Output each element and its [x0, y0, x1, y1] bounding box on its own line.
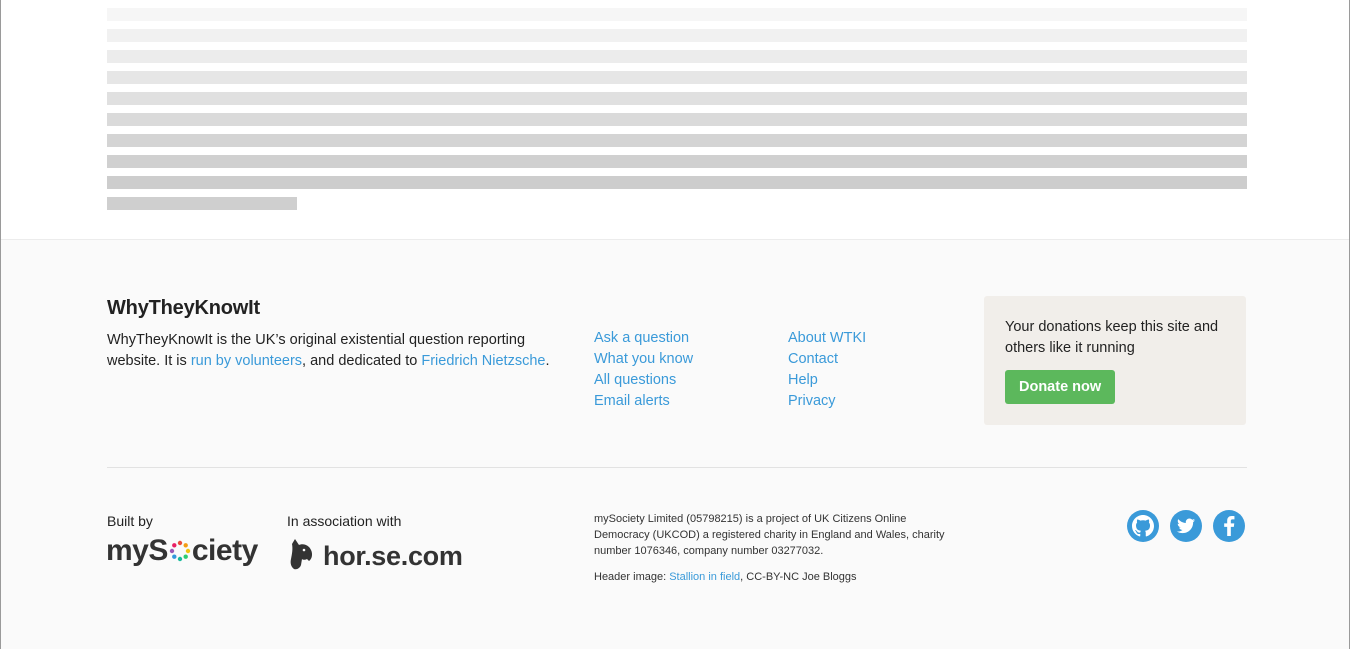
ask-question-link[interactable]: Ask a question	[594, 328, 693, 349]
mysociety-logo[interactable]: myS ciety	[106, 534, 258, 568]
skeleton-line	[107, 113, 1247, 126]
credit-prefix: Header image:	[594, 571, 670, 583]
run-by-volunteers-link[interactable]: run by volunteers	[191, 353, 302, 369]
mysociety-logo-text-start: myS	[106, 534, 168, 567]
about-link[interactable]: About WTKI	[788, 328, 866, 349]
footer-nav-secondary: About WTKI Contact Help Privacy	[788, 328, 866, 412]
all-questions-link[interactable]: All questions	[594, 370, 693, 391]
description-text: .	[545, 353, 550, 369]
credit-suffix: , CC-BY-NC Joe Bloggs	[740, 571, 857, 583]
twitter-icon[interactable]	[1170, 510, 1202, 542]
company-info: mySociety Limited (05798215) is a projec…	[594, 513, 945, 557]
skeleton-line	[107, 8, 1247, 21]
stallion-image-link[interactable]: Stallion in field	[669, 571, 740, 583]
description-text: , and dedicated to	[302, 353, 422, 369]
donate-panel: Your donations keep this site and others…	[984, 296, 1246, 425]
mysociety-ring-icon	[169, 536, 191, 562]
mysociety-logo-text-end: ciety	[191, 534, 258, 567]
skeleton-line	[107, 71, 1247, 84]
privacy-link[interactable]: Privacy	[788, 391, 866, 412]
skeleton-line	[107, 134, 1247, 147]
donate-button[interactable]: Donate now	[1005, 370, 1116, 404]
horse-com-wordmark: hor.se.com	[323, 541, 463, 571]
skeleton-line	[107, 29, 1247, 42]
loading-skeleton	[107, 8, 1247, 218]
skeleton-line	[107, 92, 1247, 105]
footer-divider	[107, 467, 1247, 468]
email-alerts-link[interactable]: Email alerts	[594, 391, 693, 412]
github-icon[interactable]	[1127, 510, 1159, 542]
help-link[interactable]: Help	[788, 370, 866, 391]
site-footer: WhyTheyKnowIt WhyTheyKnowIt is the UK’s …	[1, 239, 1349, 649]
skeleton-line	[107, 155, 1247, 168]
nietzsche-link[interactable]: Friedrich Nietzsche	[421, 353, 545, 369]
donate-text: Your donations keep this site and others…	[1005, 319, 1219, 356]
facebook-icon[interactable]	[1213, 510, 1245, 542]
horse-com-logo[interactable]: hor.se.com	[287, 537, 463, 576]
footer-nav-primary: Ask a question What you know All questio…	[594, 328, 693, 412]
horse-head-icon	[287, 537, 317, 576]
skeleton-line	[107, 176, 1247, 189]
header-image-credit: Header image: Stallion in field, CC-BY-N…	[594, 569, 954, 585]
skeleton-line-short	[107, 197, 297, 210]
footer-description: WhyTheyKnowIt is the UK’s original exist…	[107, 330, 567, 372]
built-by-label: Built by	[107, 513, 153, 529]
footer-brand-title: WhyTheyKnowIt	[107, 297, 260, 319]
social-links	[1116, 510, 1245, 542]
legal-notice: mySociety Limited (05798215) is a projec…	[594, 511, 954, 595]
contact-link[interactable]: Contact	[788, 349, 866, 370]
association-label: In association with	[287, 513, 402, 529]
skeleton-line	[107, 50, 1247, 63]
what-you-know-link[interactable]: What you know	[594, 349, 693, 370]
